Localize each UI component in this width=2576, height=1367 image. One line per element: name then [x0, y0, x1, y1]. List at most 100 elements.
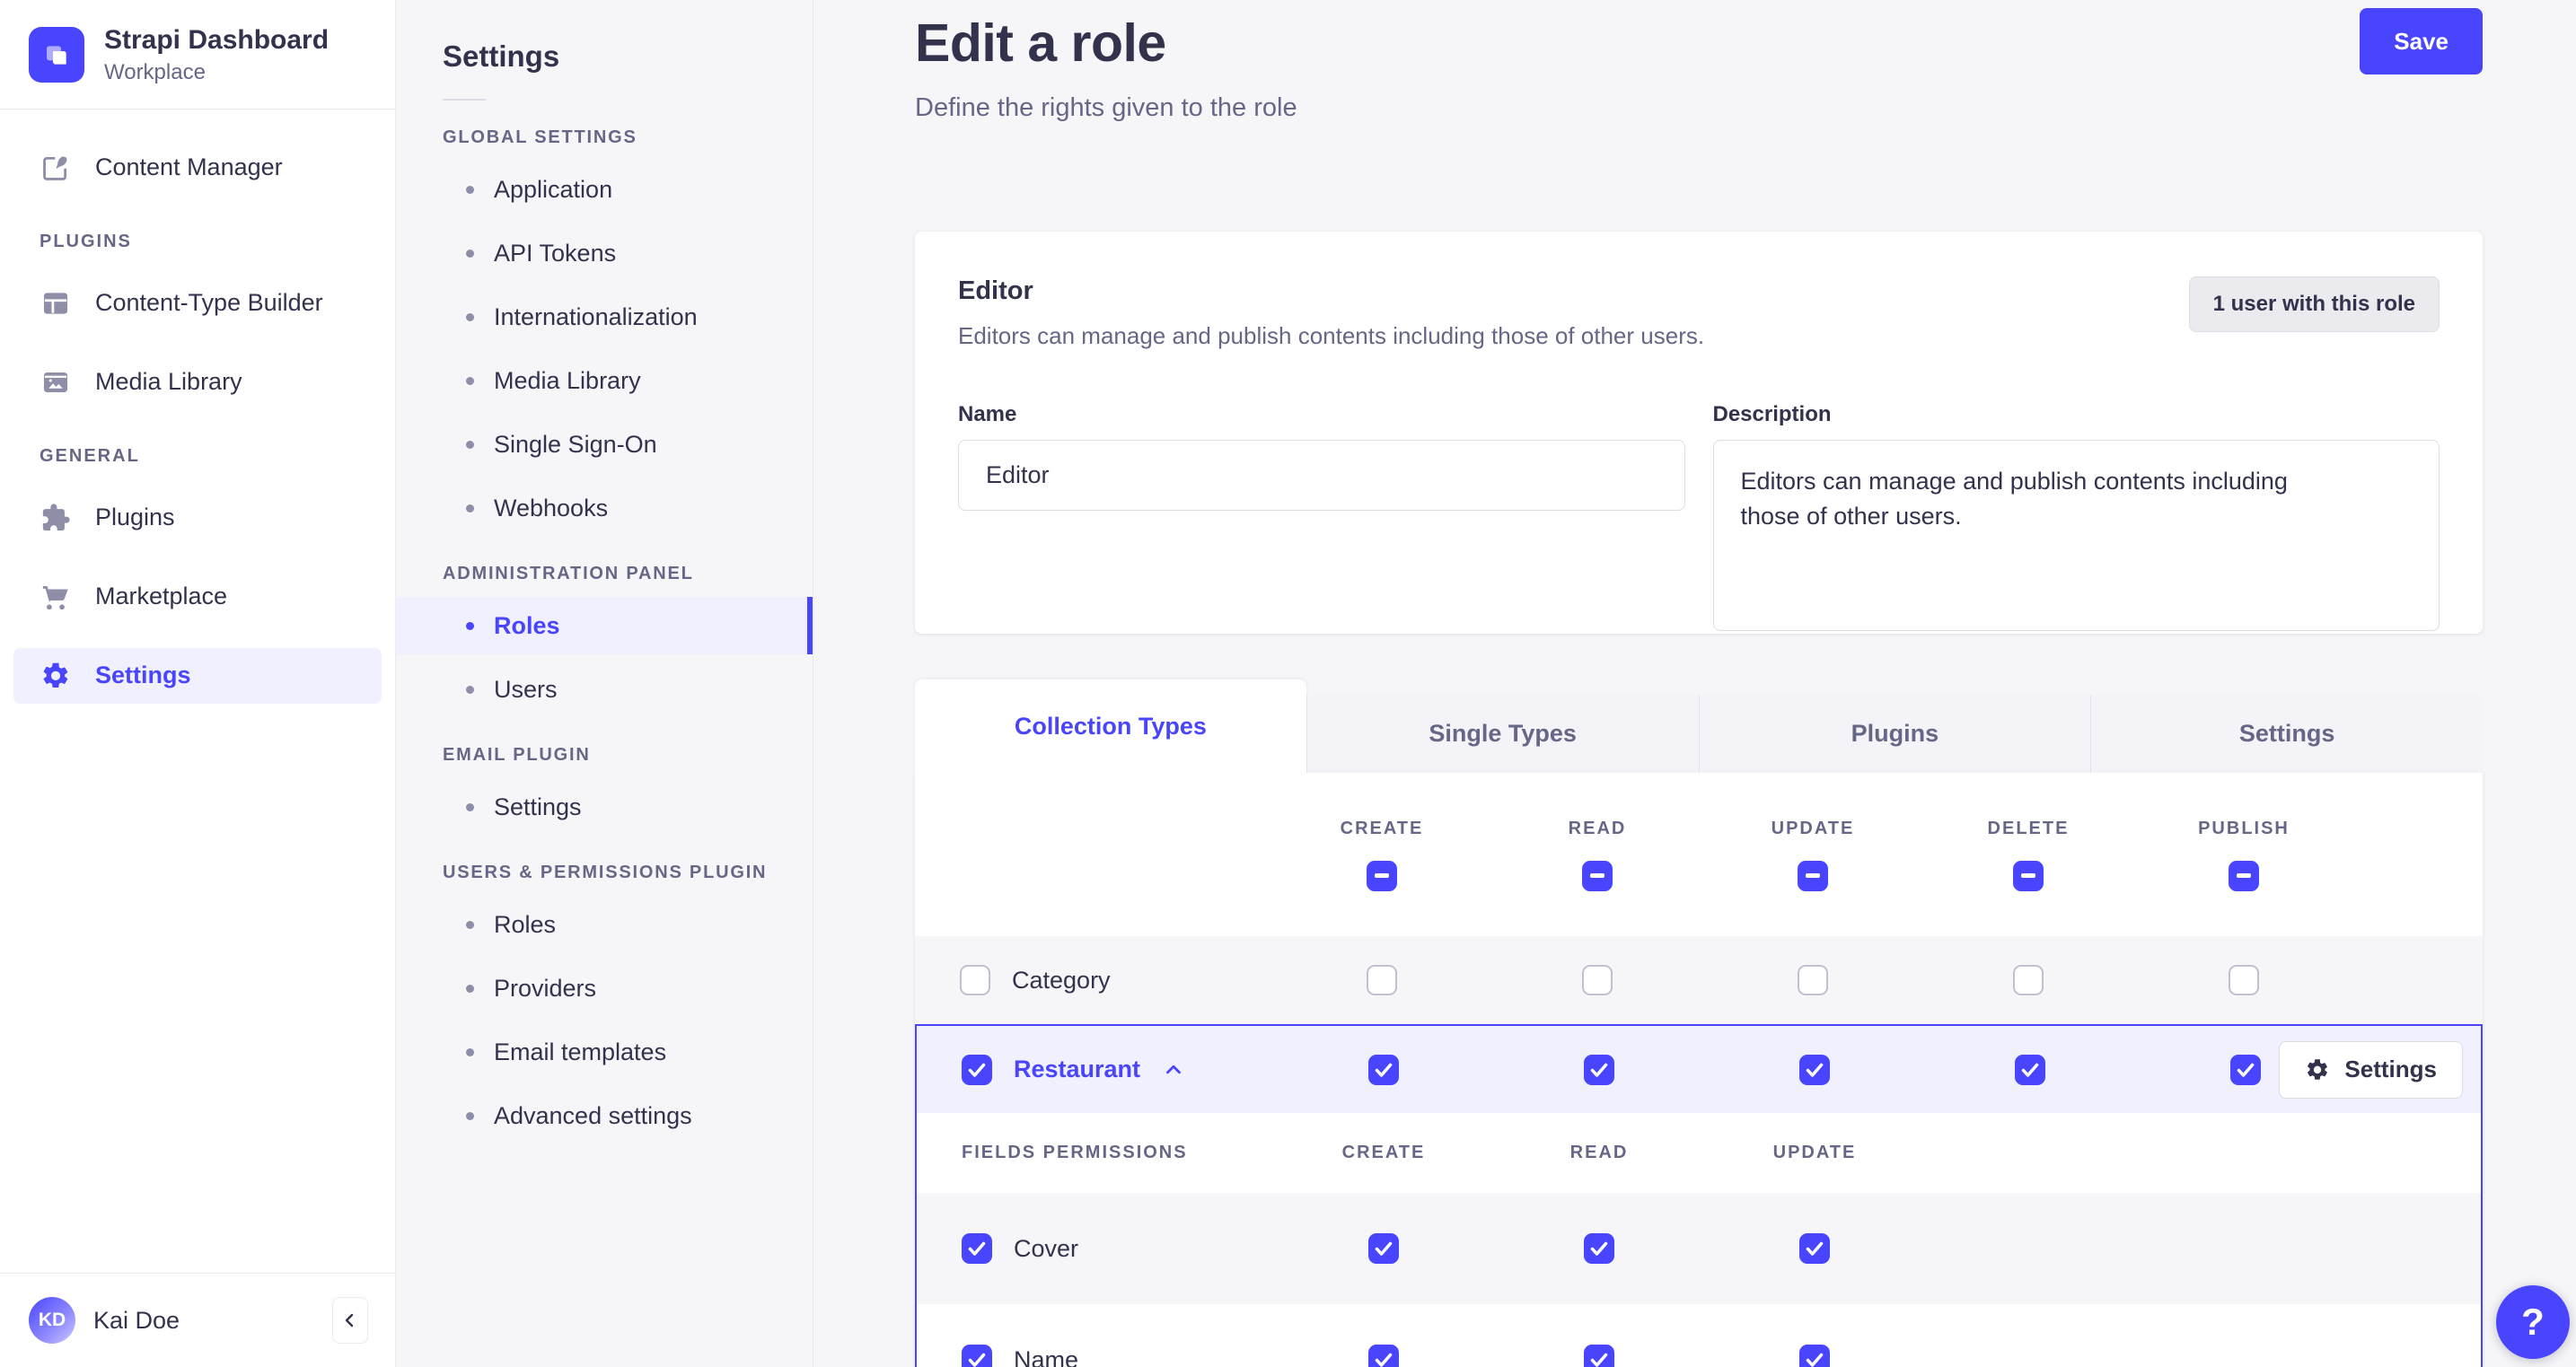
strapi-logo-icon	[29, 27, 84, 83]
pen-square-icon	[40, 152, 72, 184]
bullet-icon	[466, 185, 474, 194]
name-update-checkbox[interactable]	[1799, 1345, 1830, 1367]
nav-item-plugins[interactable]: Plugins	[13, 490, 382, 546]
category-read-checkbox[interactable]	[1582, 965, 1613, 995]
page-subtitle: Define the rights given to the role	[915, 93, 1297, 122]
nav-item-content-manager[interactable]: Content Manager	[13, 140, 382, 196]
sub-item-api-tokens[interactable]: API Tokens	[396, 224, 813, 282]
cover-create-checkbox[interactable]	[1368, 1233, 1399, 1264]
tab-plugins[interactable]: Plugins	[1698, 695, 2091, 773]
collapse-nav-button[interactable]	[332, 1297, 368, 1344]
category-delete-checkbox[interactable]	[2013, 965, 2044, 995]
sub-item-roles-admin[interactable]: Roles	[396, 597, 813, 654]
name-row-checkbox[interactable]	[962, 1345, 992, 1367]
gear-icon	[2305, 1057, 2330, 1082]
bullet-icon	[466, 376, 474, 385]
name-create-checkbox[interactable]	[1368, 1345, 1399, 1367]
picture-icon	[40, 366, 72, 399]
column-label: CREATE	[1340, 818, 1424, 838]
sub-item-label: Roles	[494, 910, 557, 938]
page-header-text: Edit a role Define the rights given to t…	[915, 13, 1297, 123]
nav-item-settings[interactable]: Settings	[13, 647, 382, 704]
category-publish-checkbox[interactable]	[2229, 965, 2259, 995]
user-name: Kai Doe	[93, 1306, 180, 1334]
name-input[interactable]	[958, 440, 1685, 511]
restaurant-settings-button[interactable]: Settings	[2279, 1040, 2463, 1099]
role-card-heading: Editor Editors can manage and publish co…	[958, 276, 1704, 350]
column-label: READ	[1568, 818, 1627, 838]
select-all-publish-checkbox[interactable]	[2229, 860, 2259, 891]
restaurant-row-checkbox[interactable]	[962, 1054, 992, 1085]
restaurant-delete-checkbox[interactable]	[2015, 1054, 2045, 1085]
fields-column-update: UPDATE	[1772, 1143, 1857, 1162]
sub-item-internationalization[interactable]: Internationalization	[396, 288, 813, 346]
sub-item-users[interactable]: Users	[396, 661, 813, 718]
sub-item-label: Settings	[494, 793, 582, 820]
workplace-brand[interactable]: Strapi Dashboard Workplace	[0, 0, 395, 109]
role-title: Editor	[958, 276, 1033, 305]
restaurant-publish-checkbox[interactable]	[2230, 1054, 2261, 1085]
sub-item-webhooks[interactable]: Webhooks	[396, 479, 813, 537]
select-all-create-checkbox[interactable]	[1367, 860, 1397, 891]
role-card-top: Editor Editors can manage and publish co…	[958, 276, 2440, 350]
nav-item-content-type-builder[interactable]: Content-Type Builder	[13, 276, 382, 331]
brand-subtitle: Workplace	[104, 59, 206, 84]
sub-item-media-library[interactable]: Media Library	[396, 352, 813, 409]
select-all-update-checkbox[interactable]	[1798, 860, 1828, 891]
main-content: Edit a role Define the rights given to t…	[813, 0, 2576, 1367]
save-button[interactable]: Save	[2360, 8, 2483, 74]
column-publish: PUBLISH	[2136, 819, 2352, 891]
cart-icon	[40, 581, 72, 613]
sub-item-label: Advanced settings	[494, 1101, 692, 1129]
nav-item-media-library[interactable]: Media Library	[13, 355, 382, 410]
nav-section-plugins: PLUGINS	[40, 231, 132, 251]
table-row-category: Category	[915, 936, 2483, 1024]
sub-item-roles-up[interactable]: Roles	[396, 896, 813, 953]
restaurant-create-checkbox[interactable]	[1368, 1054, 1399, 1085]
tab-collection-types[interactable]: Collection Types	[915, 679, 1306, 773]
sub-item-single-sign-on[interactable]: Single Sign-On	[396, 416, 813, 473]
bullet-icon	[466, 802, 474, 811]
bullet-icon	[466, 685, 474, 694]
restaurant-update-checkbox[interactable]	[1799, 1054, 1830, 1085]
description-field-label: Description	[1712, 402, 1832, 426]
column-create: CREATE	[1274, 819, 1490, 891]
sub-item-advanced-settings[interactable]: Advanced settings	[396, 1087, 813, 1144]
cover-update-checkbox[interactable]	[1799, 1233, 1830, 1264]
nav-item-marketplace[interactable]: Marketplace	[13, 569, 382, 625]
name-field-label: Name	[958, 402, 1017, 426]
restaurant-expanded-block: Restaurant Settings FIELDS PERMISSIONS C…	[915, 1024, 2483, 1367]
column-delete: DELETE	[1921, 819, 2136, 891]
sub-item-providers[interactable]: Providers	[396, 960, 813, 1017]
row-label[interactable]: Restaurant	[1014, 1056, 1140, 1083]
settings-button-label: Settings	[2344, 1056, 2437, 1082]
chevron-up-icon[interactable]	[1162, 1058, 1185, 1082]
name-read-checkbox[interactable]	[1584, 1345, 1614, 1367]
help-button[interactable]: ?	[2496, 1285, 2570, 1359]
users-with-role-button[interactable]: 1 user with this role	[2188, 276, 2440, 332]
cover-row-checkbox[interactable]	[962, 1233, 992, 1264]
tab-single-types[interactable]: Single Types	[1306, 695, 1699, 773]
permissions-table: CREATE READ UPDATE DELETE PUBLISH Catego…	[915, 773, 2483, 1367]
category-row-checkbox[interactable]	[960, 965, 990, 995]
select-all-delete-checkbox[interactable]	[2013, 860, 2044, 891]
tab-settings[interactable]: Settings	[2090, 695, 2483, 773]
gear-icon	[40, 660, 72, 692]
sub-section-global-settings: GLOBAL SETTINGS	[443, 127, 637, 147]
sub-item-email-settings[interactable]: Settings	[396, 778, 813, 836]
sub-item-label: Providers	[494, 974, 597, 1002]
avatar[interactable]: KD	[29, 1297, 75, 1344]
cover-read-checkbox[interactable]	[1584, 1233, 1614, 1264]
nav-item-label: Marketplace	[95, 583, 228, 609]
brand-text: Strapi Dashboard Workplace	[104, 25, 329, 85]
category-update-checkbox[interactable]	[1798, 965, 1828, 995]
column-update: UPDATE	[1705, 819, 1921, 891]
category-create-checkbox[interactable]	[1367, 965, 1397, 995]
sub-item-email-templates[interactable]: Email templates	[396, 1023, 813, 1081]
row-label[interactable]: Category	[1012, 967, 1111, 995]
select-all-read-checkbox[interactable]	[1582, 860, 1613, 891]
restaurant-read-checkbox[interactable]	[1584, 1054, 1614, 1085]
bullet-icon	[466, 312, 474, 321]
description-textarea[interactable]: Editors can manage and publish contents …	[1712, 440, 2440, 631]
sub-item-application[interactable]: Application	[396, 161, 813, 218]
